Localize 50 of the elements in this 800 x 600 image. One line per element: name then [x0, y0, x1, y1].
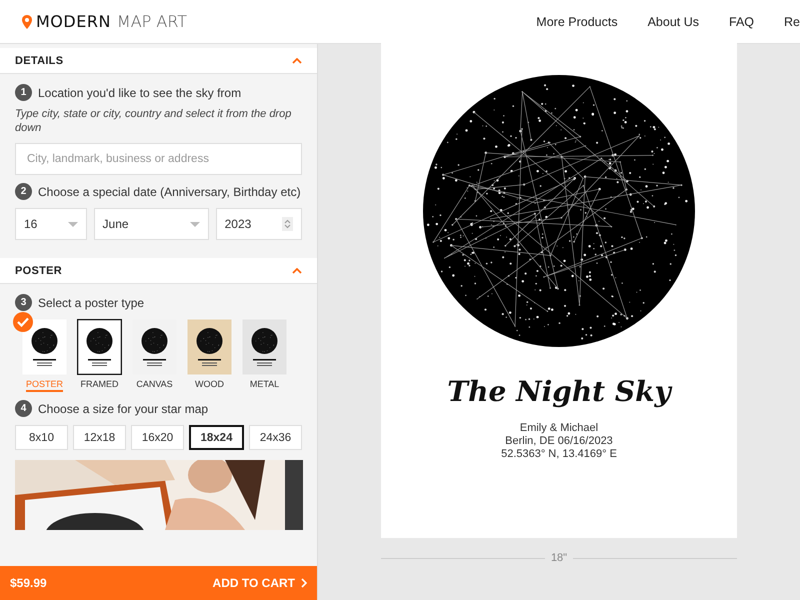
poster-thumbnail-drawing [242, 319, 287, 375]
poster-type-option[interactable]: WOOD [186, 319, 233, 392]
step-number: 3 [15, 294, 32, 311]
check-icon [13, 312, 33, 332]
poster-title: The Night Sky [447, 375, 671, 408]
size-option[interactable]: 12x18 [73, 425, 126, 450]
poster-caption: Berlin, DE 06/16/2023 [505, 435, 613, 448]
location-field[interactable]: City, landmark, business or address [15, 143, 302, 175]
size-option[interactable]: 24x36 [249, 425, 302, 450]
logo-text: MODERN [36, 12, 111, 31]
step-number: 4 [15, 400, 32, 417]
collapse-icon[interactable] [292, 58, 302, 64]
hint-text: Type city, state or city, country and select it from the drop down [15, 107, 292, 135]
price: $59.99 [10, 576, 47, 590]
day-select[interactable]: 16 [15, 208, 87, 240]
size-option[interactable]: 18x24 [189, 425, 244, 450]
section-header[interactable]: POSTER [0, 258, 317, 284]
size-option[interactable]: 16x20 [131, 425, 184, 450]
month-select[interactable]: June [94, 208, 209, 240]
nav-link[interactable]: FAQ [729, 14, 754, 28]
size-option[interactable]: 8x10 [15, 425, 68, 450]
dropdown-icon [190, 222, 200, 226]
nav-link[interactable]: About Us [648, 14, 699, 28]
poster-type-option[interactable]: METAL [241, 319, 288, 392]
step-label: Choose a size for your star map [38, 402, 208, 416]
poster-thumbnail-drawing [22, 319, 67, 375]
step-number: 2 [15, 183, 32, 200]
poster-type-option[interactable]: CANVAS [131, 319, 178, 392]
section-title: DETAILS [15, 54, 64, 66]
poster-thumbnail-drawing [77, 319, 122, 375]
width-label: 18" [550, 552, 568, 564]
section-title: POSTER [15, 264, 62, 276]
poster-caption: 52.5363° N, 13.4169° E [501, 448, 617, 461]
collapse-icon[interactable] [292, 268, 302, 274]
poster-type-option[interactable]: FRAMED [76, 319, 123, 392]
chevron-icon [301, 578, 307, 588]
step-number: 1 [15, 84, 32, 101]
step-label: Choose a special date (Anniversary, Birthday etc) [38, 184, 301, 198]
step-label: Location you'd like to see the sky from [38, 86, 242, 100]
step-label: Select a poster type [38, 296, 144, 310]
dropdown-icon [68, 222, 78, 226]
map-pin-icon [22, 14, 32, 28]
poster-caption: Emily & Michael [520, 422, 598, 435]
poster-thumbnail-drawing [187, 319, 232, 375]
logo-text: MAP ART [116, 12, 188, 31]
section-header[interactable]: DETAILS [0, 48, 317, 74]
year-field[interactable]: 2023 [216, 208, 302, 240]
spinner-icon[interactable] [282, 217, 293, 231]
nav-link[interactable]: Re [784, 14, 800, 28]
nav-link[interactable]: More Products [536, 14, 618, 28]
